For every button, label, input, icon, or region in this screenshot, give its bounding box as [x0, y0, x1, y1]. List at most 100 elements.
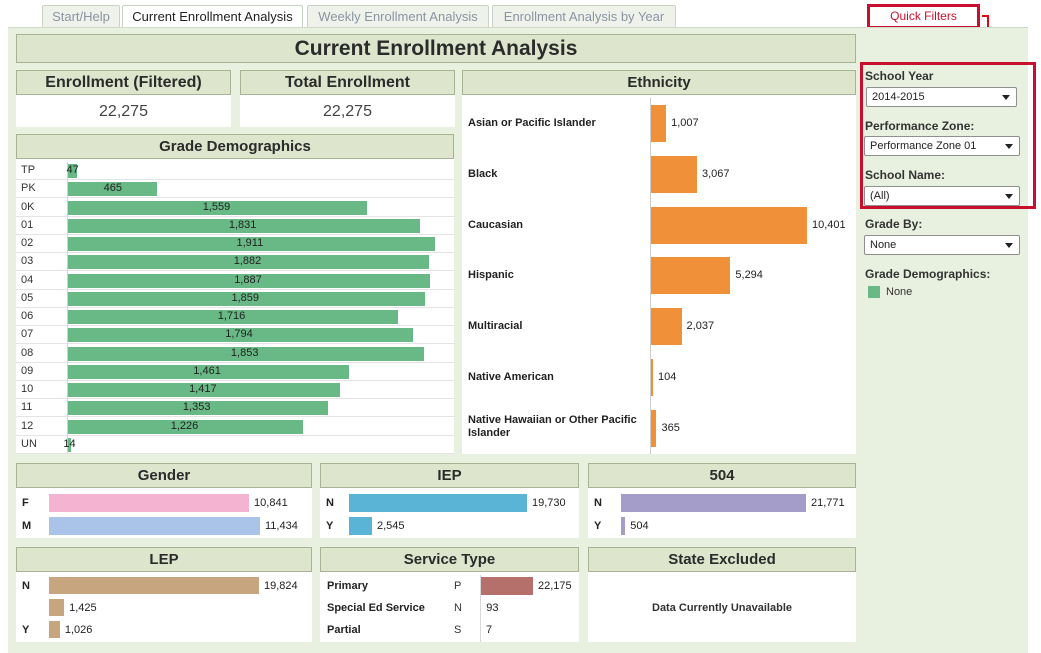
- grade-row[interactable]: 0K 1,559: [16, 199, 454, 217]
- grade-value: 1,353: [182, 401, 211, 414]
- grade-value: 1,794: [225, 328, 253, 341]
- kpi-total-header: Total Enrollment: [240, 70, 455, 95]
- lep-bar: [49, 621, 60, 638]
- service-type-label: Special Ed Service: [327, 602, 425, 614]
- school-name-select[interactable]: (All): [864, 186, 1020, 206]
- iep-value: 19,730: [532, 497, 566, 509]
- grade-row[interactable]: 09 1,461: [16, 363, 454, 381]
- school-year-label: School Year: [865, 69, 934, 83]
- grade-row[interactable]: 03 1,882: [16, 253, 454, 272]
- grade-value: 1,417: [189, 383, 217, 395]
- school-name-label: School Name:: [865, 168, 946, 182]
- tab-weekly-enrollment[interactable]: Weekly Enrollment Analysis: [307, 5, 489, 27]
- ethnicity-value: 365: [661, 421, 680, 434]
- grade-label: 05: [21, 291, 34, 304]
- iep-label: Y: [326, 520, 334, 532]
- grade-value: 1,831: [228, 218, 257, 231]
- grade-value: 465: [103, 182, 122, 195]
- school-year-select[interactable]: 2014-2015: [866, 87, 1017, 107]
- gender-value: 11,434: [265, 520, 298, 532]
- performance-zone-select[interactable]: Performance Zone 01: [864, 136, 1020, 156]
- grade-label: PK: [21, 182, 36, 195]
- chevron-down-icon: [1002, 95, 1010, 100]
- grade-by-value: None: [870, 239, 897, 251]
- grade-label: 10: [21, 383, 34, 395]
- iep-bar: [349, 517, 372, 535]
- lep-bar: [49, 599, 65, 616]
- ethnicity-bar: [651, 257, 731, 295]
- legend-item-none[interactable]: None: [886, 286, 912, 298]
- s504-label: Y: [594, 520, 602, 532]
- s504-value: 504: [630, 520, 649, 532]
- s504-bar: [621, 517, 626, 535]
- ethnicity-bar: [651, 359, 653, 396]
- quick-filters-button[interactable]: Quick Filters: [867, 4, 980, 29]
- grade-label: UN: [21, 437, 37, 450]
- grade-by-select[interactable]: None: [864, 235, 1020, 255]
- ethnicity-value: 1,007: [671, 117, 699, 129]
- grade-row[interactable]: 08 1,853: [16, 345, 454, 363]
- tab-current-enrollment[interactable]: Current Enrollment Analysis: [122, 5, 303, 28]
- grade-label: 04: [21, 273, 34, 286]
- grade-demographics-header: Grade Demographics: [16, 134, 454, 159]
- ethnicity-header: Ethnicity: [462, 70, 856, 95]
- grade-label: 07: [21, 328, 34, 341]
- lep-header: LEP: [16, 547, 312, 572]
- grade-value: 1,716: [217, 310, 246, 322]
- grade-label: 01: [21, 218, 34, 231]
- service-type-code: S: [454, 624, 462, 636]
- ethnicity-label: Black: [468, 167, 498, 180]
- gender-bar: [49, 494, 250, 512]
- service-type-header: Service Type: [320, 547, 579, 572]
- iep-value: 2,545: [376, 520, 405, 532]
- service-type-code: P: [454, 580, 462, 592]
- grade-row[interactable]: 02 1,911: [16, 235, 454, 253]
- grade-value: 1,226: [170, 419, 199, 432]
- chevron-down-icon: [1005, 194, 1013, 199]
- service-type-bar: [481, 577, 533, 595]
- ethnicity-bar: [651, 206, 807, 244]
- grade-value: 1,859: [231, 291, 260, 304]
- grade-row[interactable]: 12 1,226: [16, 418, 454, 436]
- grade-label: 08: [21, 346, 34, 359]
- state-excluded-header: State Excluded: [588, 547, 856, 572]
- lep-label: Y: [22, 624, 30, 636]
- tab-enrollment-by-year[interactable]: Enrollment Analysis by Year: [492, 5, 676, 27]
- grade-row[interactable]: 10 1,417: [16, 381, 454, 399]
- state-excluded-message: Data Currently Unavailable: [652, 602, 792, 614]
- ethnicity-bar: [651, 155, 697, 193]
- grade-row[interactable]: 05 1,859: [16, 290, 454, 308]
- ethnicity-value: 104: [658, 371, 677, 383]
- grade-label: 09: [21, 364, 34, 377]
- grade-row[interactable]: PK 465: [16, 180, 454, 199]
- service-type-value: 93: [486, 602, 499, 614]
- grade-label: TP: [21, 164, 36, 176]
- gender-label: M: [22, 520, 32, 532]
- school-name-value: (All): [870, 190, 890, 202]
- ethnicity-label: Caucasian: [468, 218, 524, 231]
- tab-start-help[interactable]: Start/Help: [42, 5, 120, 27]
- lep-value: 1,425: [69, 602, 97, 614]
- grade-value: 1,853: [230, 346, 259, 359]
- grade-value: 1,559: [202, 200, 231, 213]
- grade-by-label: Grade By:: [865, 217, 923, 231]
- gender-label: F: [22, 497, 29, 509]
- iep-label: N: [326, 497, 334, 509]
- grade-row[interactable]: 07 1,794: [16, 326, 454, 345]
- grade-row[interactable]: 06 1,716: [16, 308, 454, 326]
- grade-row[interactable]: UN 14: [16, 436, 454, 454]
- ethnicity-label: Multiracial: [468, 320, 523, 333]
- grade-label: 03: [21, 255, 34, 268]
- iep-bar: [349, 494, 527, 512]
- kpi-filtered-header: Enrollment (Filtered): [16, 70, 231, 95]
- grade-row[interactable]: 11 1,353: [16, 399, 454, 418]
- grade-row[interactable]: 01 1,831: [16, 217, 454, 235]
- grade-row[interactable]: 04 1,887: [16, 272, 454, 290]
- performance-zone-value: Performance Zone 01: [870, 140, 977, 152]
- grade-value: 1,461: [193, 364, 221, 377]
- kpi-filtered-value: 22,275: [99, 103, 148, 120]
- grade-label: 0K: [21, 200, 35, 213]
- grade-demographics-legend-label: Grade Demographics:: [865, 267, 991, 281]
- grade-row[interactable]: TP 47: [16, 162, 454, 180]
- chevron-down-icon: [1005, 144, 1013, 149]
